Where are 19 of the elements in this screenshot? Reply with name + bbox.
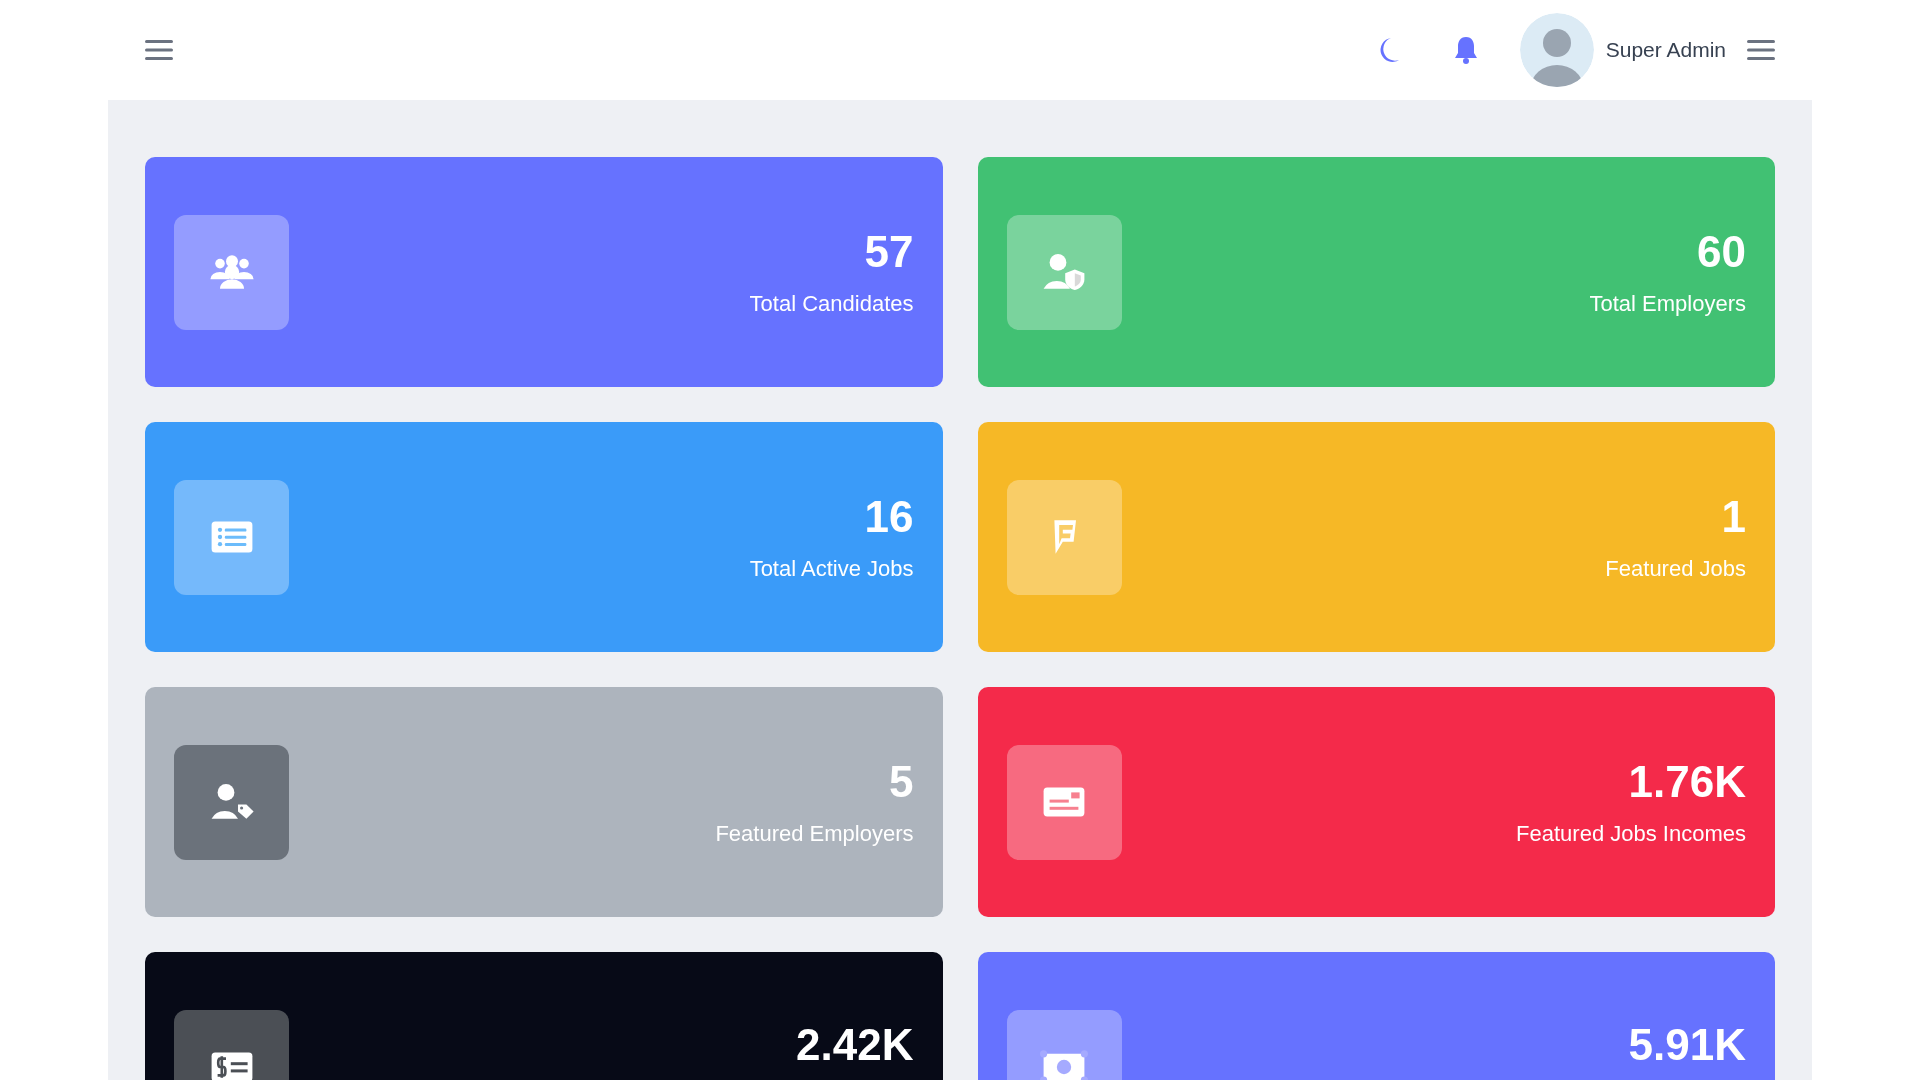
stat-label: Total Candidates bbox=[749, 290, 914, 318]
user-name[interactable]: Super Admin bbox=[1605, 34, 1726, 66]
stat-label: Featured Employers bbox=[715, 820, 914, 848]
stat-value: 5.91K bbox=[1628, 1018, 1746, 1071]
stat-label: Featured Jobs Incomes bbox=[1516, 820, 1746, 848]
stat-value: 5 bbox=[889, 756, 914, 808]
menu-icon[interactable] bbox=[145, 38, 173, 62]
stat-value: 2.42K bbox=[796, 1018, 914, 1071]
stat-value: 1 bbox=[1721, 491, 1746, 543]
stat-value: 57 bbox=[864, 226, 914, 278]
stat-value: 16 bbox=[864, 491, 914, 543]
stat-value: 60 bbox=[1697, 226, 1746, 278]
stat-label: Total Employers bbox=[1589, 290, 1746, 318]
stat-value: 1.76K bbox=[1628, 756, 1746, 808]
stat-label: Featured Jobs bbox=[1605, 555, 1746, 583]
bell-icon[interactable] bbox=[1452, 35, 1479, 65]
avatar[interactable] bbox=[1519, 13, 1594, 87]
stat-label: Total Active Jobs bbox=[749, 555, 914, 583]
menu-icon[interactable] bbox=[1747, 38, 1775, 62]
